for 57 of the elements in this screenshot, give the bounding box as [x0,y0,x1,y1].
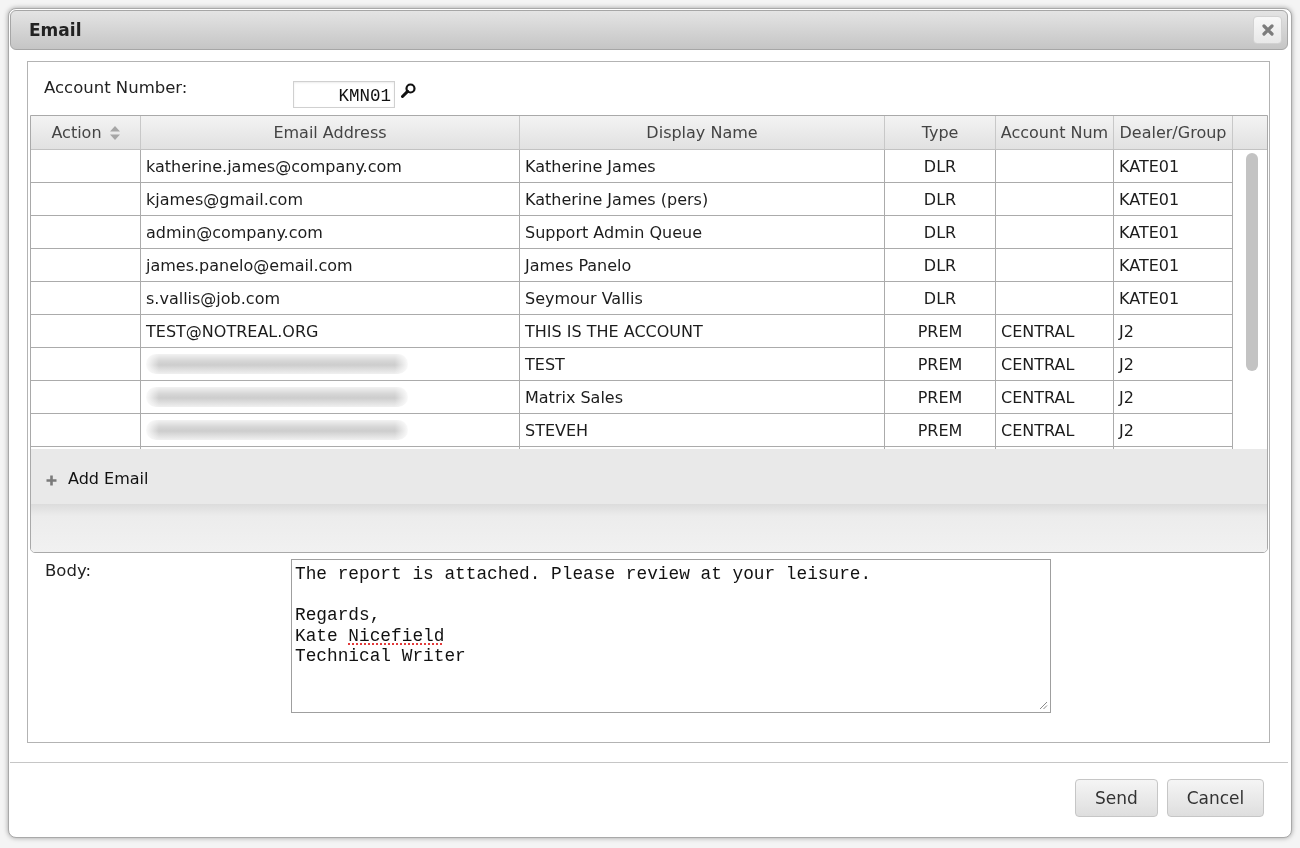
table-cell: KATE01 [1114,183,1233,215]
account-number-field[interactable]: KMN01 [293,81,395,108]
scrollbar-thumb[interactable] [1246,153,1258,371]
field-label: Account Number: [44,77,189,98]
table-cell: DLR [885,282,996,314]
table-cell: Katherine James (pers) [520,183,885,215]
table-cell: CENTRAL [996,315,1114,347]
search-icon[interactable] [401,83,416,98]
table-cell: KATE01 [1114,249,1233,281]
table-cell: STEVEH [520,414,885,446]
table-cell: J2 [1114,414,1233,446]
table-cell: DLR [885,150,996,182]
table-cell: DLR [885,249,996,281]
table-cell: KATE01 [1114,282,1233,314]
table-cell: Katherine James [520,150,885,182]
table-cell: J2 [1114,381,1233,413]
table-cell: J2 [1114,348,1233,380]
dialog-title: Email [29,20,82,40]
table-cell: CENTRAL [996,381,1114,413]
table-cell: TEST [520,348,885,380]
dialog-button[interactable]: Cancel [1167,779,1264,817]
table-cell: PREM [885,414,996,446]
column-header: Account Num [996,116,1114,149]
table-cell: KATE01 [1114,150,1233,182]
table-cell: Seymour Vallis [520,282,885,314]
table-cell: katherine.james@company.com [141,150,520,182]
table-cell: CENTRAL [996,348,1114,380]
table-cell: Support Admin Queue [520,216,885,248]
plus-icon [46,474,57,486]
close-icon [1261,24,1274,36]
resize-grip-icon[interactable] [1039,701,1048,710]
column-header: Email Address [141,116,520,149]
table-cell: J2 [1114,315,1233,347]
table-cell: PREM [885,381,996,413]
column-header[interactable]: Action [31,116,141,149]
close-button[interactable] [1253,16,1282,44]
table-cell: KATE01 [1114,216,1233,248]
table-cell: s.vallis@job.com [141,282,520,314]
add-email-button[interactable]: Add Email [46,469,149,488]
field-label: Body: [45,560,92,581]
table-cell: Matrix Sales [520,381,885,413]
dialog-button[interactable]: Send [1075,779,1158,817]
column-header: Display Name [520,116,885,149]
table-cell: James Panelo [520,249,885,281]
table-cell: THIS IS THE ACCOUNT [520,315,885,347]
table-cell: CENTRAL [996,414,1114,446]
table-cell: admin@company.com [141,216,520,248]
body-text-field[interactable]: The report is attached. Please review at your leisure. Regards, Kate Nicefield Technical Writer [291,559,1051,713]
column-header: Type [885,116,996,149]
column-header: Dealer/Group [1114,116,1233,149]
table-cell: PREM [885,348,996,380]
table-cell: DLR [885,183,996,215]
table-cell: kjames@gmail.com [141,183,520,215]
table-cell: PREM [885,315,996,347]
table-cell: TEST@NOTREAL.ORG [141,315,520,347]
table-cell: james.panelo@email.com [141,249,520,281]
table-cell: DLR [885,216,996,248]
